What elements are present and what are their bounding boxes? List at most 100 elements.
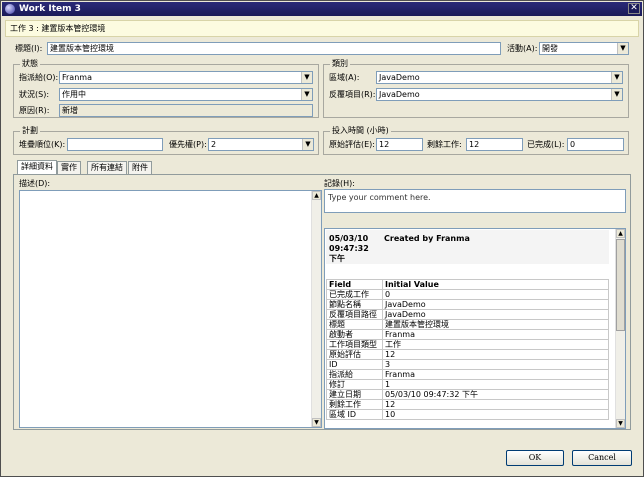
- scroll-down-icon[interactable]: ▼: [616, 419, 625, 428]
- field-value-cell: 10: [382, 409, 609, 420]
- description-textarea[interactable]: ▲ ▼: [19, 190, 322, 428]
- chevron-down-icon[interactable]: ▼: [302, 139, 313, 150]
- field-name-cell: 剩餘工作: [326, 399, 383, 410]
- comment-input[interactable]: Type your comment here.: [324, 189, 626, 213]
- history-scrollbar[interactable]: ▲ ▼: [615, 229, 625, 428]
- field-name-cell: 指派給: [326, 369, 383, 380]
- field-name-cell: 節點名稱: [326, 299, 383, 310]
- cancel-button[interactable]: Cancel: [572, 450, 632, 466]
- history-entry-header: 05/03/10 09:47:32 下午 Created by Franma: [326, 230, 609, 264]
- chevron-down-icon[interactable]: ▼: [611, 72, 622, 83]
- description-scrollbar[interactable]: ▲ ▼: [311, 191, 321, 427]
- value-header: Initial Value: [382, 279, 609, 290]
- field-value-cell: 3: [382, 359, 609, 370]
- state-label: 狀況(S):: [19, 90, 50, 99]
- field-name-cell: ID: [326, 359, 383, 370]
- field-value-cell: 建置版本管控環境: [382, 319, 609, 330]
- area-label: 區域(A):: [329, 73, 360, 82]
- activity-value: 開發: [542, 44, 558, 53]
- close-button[interactable]: ✕: [628, 3, 640, 14]
- field-name-cell: 啟動者: [326, 329, 383, 340]
- iteration-value: JavaDemo: [379, 90, 420, 99]
- field-name-cell: 修訂: [326, 379, 383, 390]
- planning-group-title: 計劃: [20, 125, 40, 137]
- work-item-window: Work Item 3 ✕ 工作 3 : 建置版本管控環境 標題(I): 建置版…: [0, 0, 644, 477]
- iteration-label: 反覆項目(R):: [329, 90, 376, 99]
- completed-work-field[interactable]: 0: [567, 138, 624, 151]
- field-header: Field: [326, 279, 383, 290]
- original-estimate-field[interactable]: 12: [376, 138, 423, 151]
- table-header-row: Field Initial Value: [326, 279, 609, 290]
- field-value-cell: JavaDemo: [382, 299, 609, 310]
- window-title: Work Item 3: [19, 4, 81, 14]
- tab-all-links[interactable]: 所有連結: [87, 161, 127, 174]
- table-row: 啟動者 Franma: [326, 329, 609, 340]
- tab-attachments[interactable]: 附件: [128, 161, 152, 174]
- table-row: 節點名稱 JavaDemo: [326, 299, 609, 310]
- activity-label: 活動(A):: [507, 44, 538, 53]
- area-value: JavaDemo: [379, 73, 420, 82]
- field-value-cell: 1: [382, 379, 609, 390]
- table-row: 已完成工作 0: [326, 289, 609, 300]
- table-row: 剩餘工作 12: [326, 399, 609, 410]
- history-view[interactable]: 05/03/10 09:47:32 下午 Created by Franma F…: [324, 228, 626, 429]
- title-field[interactable]: 建置版本管控環境: [47, 42, 501, 55]
- field-value-cell: JavaDemo: [382, 309, 609, 320]
- iteration-combo[interactable]: JavaDemo ▼: [376, 88, 623, 101]
- ok-button[interactable]: OK: [506, 450, 564, 466]
- table-row: 修訂 1: [326, 379, 609, 390]
- state-value: 作用中: [62, 90, 86, 99]
- table-row: 反覆項目路徑 JavaDemo: [326, 309, 609, 320]
- assigned-to-value: Franma: [62, 73, 92, 82]
- table-row: 標題 建置版本管控環境: [326, 319, 609, 330]
- history-date: 05/03/10 09:47:32 下午: [329, 234, 369, 263]
- field-name-cell: 工作項目類型: [326, 339, 383, 350]
- tab-implementation[interactable]: 實作: [57, 161, 81, 174]
- chevron-down-icon[interactable]: ▼: [617, 43, 628, 54]
- field-name-cell: 已完成工作: [326, 289, 383, 300]
- title-label: 標題(I):: [15, 44, 43, 53]
- tab-details[interactable]: 詳細資料: [17, 160, 57, 174]
- stack-rank-label: 堆疊順位(K):: [19, 140, 66, 149]
- state-combo[interactable]: 作用中 ▼: [59, 88, 313, 101]
- history-created-by: Created by Franma: [384, 234, 470, 243]
- table-row: 原始評估 12: [326, 349, 609, 360]
- original-estimate-label: 原始評估(E):: [329, 140, 375, 149]
- scroll-up-icon[interactable]: ▲: [312, 191, 321, 200]
- field-value-cell: 05/03/10 09:47:32 下午: [382, 389, 609, 400]
- chevron-down-icon[interactable]: ▼: [611, 89, 622, 100]
- classification-group-title: 類別: [330, 58, 350, 70]
- details-panel: 描述(D): ▲ ▼ 記錄(H): Type your comment here…: [13, 174, 631, 430]
- title-bar[interactable]: Work Item 3 ✕: [2, 2, 642, 16]
- completed-work-label: 已完成(L):: [527, 140, 565, 149]
- priority-label: 優先權(P):: [169, 140, 207, 149]
- area-combo[interactable]: JavaDemo ▼: [376, 71, 623, 84]
- field-name-cell: 原始評估: [326, 349, 383, 360]
- priority-combo[interactable]: 2 ▼: [208, 138, 314, 151]
- remaining-work-label: 剩餘工作:: [427, 140, 462, 149]
- description-label: 描述(D):: [19, 179, 51, 188]
- table-row: 區域 ID 10: [326, 409, 609, 420]
- scroll-down-icon[interactable]: ▼: [312, 418, 321, 427]
- field-value-cell: 12: [382, 399, 609, 410]
- scroll-thumb[interactable]: [616, 239, 625, 331]
- chevron-down-icon[interactable]: ▼: [301, 72, 312, 83]
- work-item-header: 工作 3 : 建置版本管控環境: [5, 20, 639, 37]
- field-value-cell: 0: [382, 289, 609, 300]
- reason-field: 新增: [59, 104, 313, 117]
- status-group-title: 狀態: [20, 58, 40, 70]
- scroll-up-icon[interactable]: ▲: [616, 229, 625, 238]
- app-icon: [5, 4, 15, 14]
- assigned-to-combo[interactable]: Franma ▼: [59, 71, 313, 84]
- field-value-cell: Franma: [382, 329, 609, 340]
- activity-combo[interactable]: 開發 ▼: [539, 42, 629, 55]
- effort-group-title: 投入時間 (小時): [330, 125, 391, 137]
- stack-rank-field[interactable]: [67, 138, 163, 151]
- field-value-cell: 工作: [382, 339, 609, 350]
- table-row: 建立日期 05/03/10 09:47:32 下午: [326, 389, 609, 400]
- remaining-work-field[interactable]: 12: [466, 138, 523, 151]
- field-value-cell: 12: [382, 349, 609, 360]
- reason-label: 原因(R):: [19, 106, 50, 115]
- field-name-cell: 反覆項目路徑: [326, 309, 383, 320]
- chevron-down-icon[interactable]: ▼: [301, 89, 312, 100]
